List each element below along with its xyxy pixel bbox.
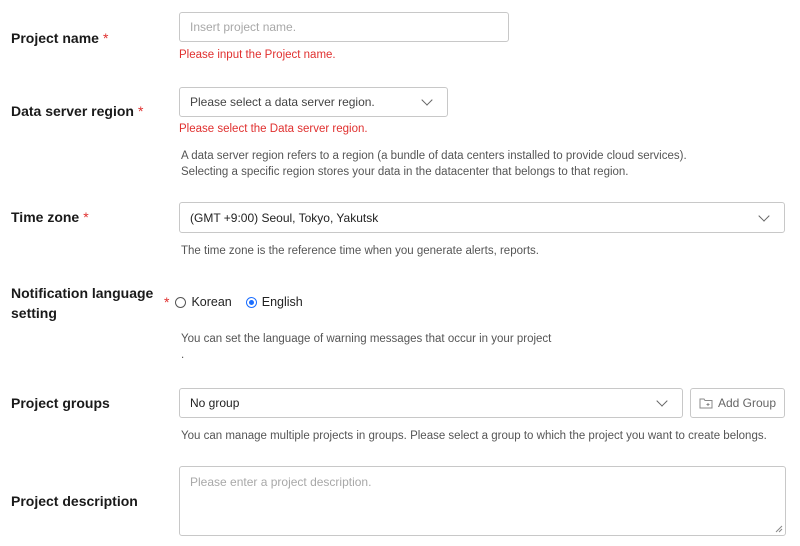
add-group-button[interactable]: Add Group: [690, 388, 785, 418]
radio-english-label: English: [261, 295, 303, 309]
data-server-region-help: A data server region refers to a region …: [181, 148, 687, 180]
help-line: A data server region refers to a region …: [181, 150, 687, 162]
project-name-placeholder: Insert project name.: [190, 20, 297, 34]
required-marker: *: [137, 103, 144, 119]
resize-handle-icon[interactable]: [775, 525, 783, 533]
notification-language-label: Notification language setting: [11, 283, 153, 323]
project-groups-label: Project groups: [11, 395, 110, 411]
data-server-region-select[interactable]: Please select a data server region.: [179, 87, 448, 117]
project-name-label-text: Project name: [11, 30, 99, 46]
project-description-label: Project description: [11, 493, 138, 509]
data-server-region-label: Data server region *: [11, 101, 143, 121]
notification-language-radio-group: * Korean English: [164, 294, 303, 310]
chevron-down-icon: [758, 210, 770, 222]
help-line: You can set the language of warning mess…: [181, 333, 552, 345]
required-marker: *: [102, 30, 109, 46]
time-zone-help: The time zone is the reference time when…: [181, 245, 539, 257]
data-server-region-placeholder: Please select a data server region.: [190, 95, 375, 109]
required-marker: *: [83, 209, 89, 225]
time-zone-label: Time zone *: [11, 207, 89, 227]
project-name-error: Please input the Project name.: [179, 49, 336, 61]
time-zone-select[interactable]: (GMT +9:00) Seoul, Tokyo, Yakutsk: [179, 202, 785, 233]
time-zone-value: (GMT +9:00) Seoul, Tokyo, Yakutsk: [190, 210, 379, 225]
radio-english[interactable]: English: [245, 295, 303, 309]
project-name-label: Project name *: [11, 28, 108, 48]
project-groups-value: No group: [190, 396, 240, 410]
project-description-textarea[interactable]: Please enter a project description.: [179, 466, 786, 536]
required-marker: *: [164, 294, 170, 310]
project-name-input[interactable]: Insert project name.: [179, 12, 509, 42]
data-server-region-error: Please select the Data server region.: [179, 123, 368, 135]
project-groups-select[interactable]: No group: [179, 388, 683, 418]
label-line: Notification language: [11, 285, 154, 301]
project-groups-help: You can manage multiple projects in grou…: [181, 430, 767, 442]
time-zone-label-text: Time zone: [11, 209, 80, 225]
radio-unchecked-icon: [175, 296, 187, 308]
radio-korean-label: Korean: [191, 295, 232, 309]
help-line: Selecting a specific region stores your …: [181, 166, 629, 178]
help-line: .: [181, 349, 185, 361]
data-server-region-label-text: Data server region: [11, 103, 134, 119]
radio-korean[interactable]: Korean: [175, 295, 232, 309]
chevron-down-icon: [656, 395, 668, 407]
notification-language-help: You can set the language of warning mess…: [181, 331, 551, 363]
folder-add-icon: [699, 398, 713, 409]
radio-checked-icon: [245, 296, 257, 308]
add-group-label: Add Group: [717, 396, 777, 410]
label-line: setting: [11, 305, 57, 321]
chevron-down-icon: [421, 94, 433, 106]
project-description-placeholder: Please enter a project description.: [190, 475, 372, 489]
